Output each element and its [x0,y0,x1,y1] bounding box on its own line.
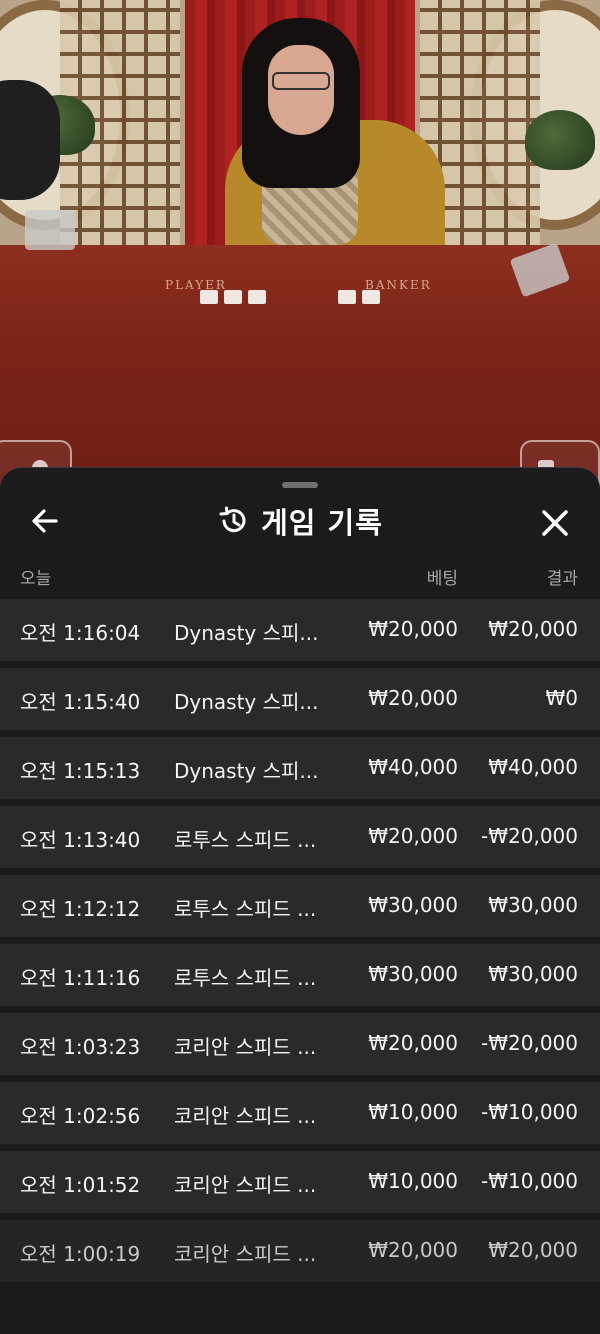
row-time: 오전 1:01:52 [20,1173,141,1197]
row-bet: ₩10,000 [368,1169,458,1193]
history-row[interactable]: 오전 1:00:19 코리안 스피드 ... ₩20,000 ₩20,000 [0,1220,600,1282]
row-time: 오전 1:15:13 [20,759,141,783]
column-headers: 오늘 베팅 결과 [0,564,600,589]
banker-card [362,290,380,304]
row-game: Dynasty 스피... [174,621,319,645]
title-group: 게임 기록 [0,496,600,546]
history-row[interactable]: 오전 1:03:23 코리안 스피드 ... ₩20,000 -₩20,000 [0,1013,600,1075]
column-header-bet: 베팅 [426,569,458,589]
row-bet: ₩20,000 [368,1238,458,1262]
player-card [224,290,242,304]
row-bet: ₩20,000 [368,824,458,848]
row-bet: ₩20,000 [368,1031,458,1055]
row-result: -₩10,000 [481,1169,578,1193]
row-game: Dynasty 스피... [174,690,319,714]
game-history-sheet: 게임 기록 오늘 베팅 결과 오전 1:16:04 Dynasty 스피... … [0,467,600,1334]
history-row[interactable]: 오전 1:13:40 로투스 스피드 ... ₩20,000 -₩20,000 [0,806,600,868]
close-icon [542,510,568,536]
row-game: Dynasty 스피... [174,759,319,783]
history-row[interactable]: 오전 1:15:13 Dynasty 스피... ₩40,000 ₩40,000 [0,737,600,799]
row-bet: ₩20,000 [368,617,458,641]
column-header-result: 결과 [546,569,578,589]
row-time: 오전 1:16:04 [20,621,141,645]
row-bet: ₩20,000 [368,686,458,710]
card-shoe-left [25,210,75,250]
history-row[interactable]: 오전 1:01:52 코리안 스피드 ... ₩10,000 -₩10,000 [0,1151,600,1213]
row-game: 로투스 스피드 ... [174,966,317,990]
column-header-date: 오늘 [20,569,52,589]
row-bet: ₩10,000 [368,1100,458,1124]
history-row[interactable]: 오전 1:16:04 Dynasty 스피... ₩20,000 ₩20,000 [0,599,600,661]
row-time: 오전 1:12:12 [20,897,141,921]
history-row[interactable]: 오전 1:02:56 코리안 스피드 ... ₩10,000 -₩10,000 [0,1082,600,1144]
row-result: ₩20,000 [488,1238,578,1262]
row-time: 오전 1:15:40 [20,690,141,714]
row-game: 코리안 스피드 ... [174,1035,317,1059]
row-result: ₩30,000 [488,893,578,917]
dealer-face [268,45,334,135]
row-time: 오전 1:11:16 [20,966,141,990]
row-result: ₩40,000 [488,755,578,779]
row-time: 오전 1:13:40 [20,828,141,852]
row-bet: ₩30,000 [368,962,458,986]
history-row[interactable]: 오전 1:15:40 Dynasty 스피... ₩20,000 ₩0 [0,668,600,730]
live-video-feed: PLAYER BANKER [0,0,600,500]
history-icon [219,506,246,533]
row-result: -₩20,000 [481,824,578,848]
sheet-header: 게임 기록 [0,496,600,546]
history-list: 오전 1:16:04 Dynasty 스피... ₩20,000 ₩20,000… [0,599,600,1289]
bonsai-right [525,110,595,170]
sheet-title: 게임 기록 [261,506,383,540]
row-result: ₩20,000 [488,617,578,641]
row-result: -₩10,000 [481,1100,578,1124]
row-time: 오전 1:03:23 [20,1035,141,1059]
row-bet: ₩30,000 [368,893,458,917]
history-row[interactable]: 오전 1:11:16 로투스 스피드 ... ₩30,000 ₩30,000 [0,944,600,1006]
dealer-glasses [272,72,330,90]
player-card [248,290,266,304]
row-result: -₩20,000 [481,1031,578,1055]
row-game: 코리안 스피드 ... [174,1242,317,1266]
side-person [0,80,60,200]
row-game: 로투스 스피드 ... [174,897,317,921]
banker-card [338,290,356,304]
row-result: ₩30,000 [488,962,578,986]
row-game: 코리안 스피드 ... [174,1173,317,1197]
player-card [200,290,218,304]
close-button[interactable] [536,504,574,542]
drag-handle[interactable] [282,482,318,488]
row-result: ₩0 [545,686,579,710]
baccarat-table [0,245,600,500]
row-time: 오전 1:02:56 [20,1104,141,1128]
row-game: 로투스 스피드 ... [174,828,317,852]
row-time: 오전 1:00:19 [20,1242,141,1266]
row-bet: ₩40,000 [368,755,458,779]
history-row[interactable]: 오전 1:12:12 로투스 스피드 ... ₩30,000 ₩30,000 [0,875,600,937]
row-game: 코리안 스피드 ... [174,1104,317,1128]
